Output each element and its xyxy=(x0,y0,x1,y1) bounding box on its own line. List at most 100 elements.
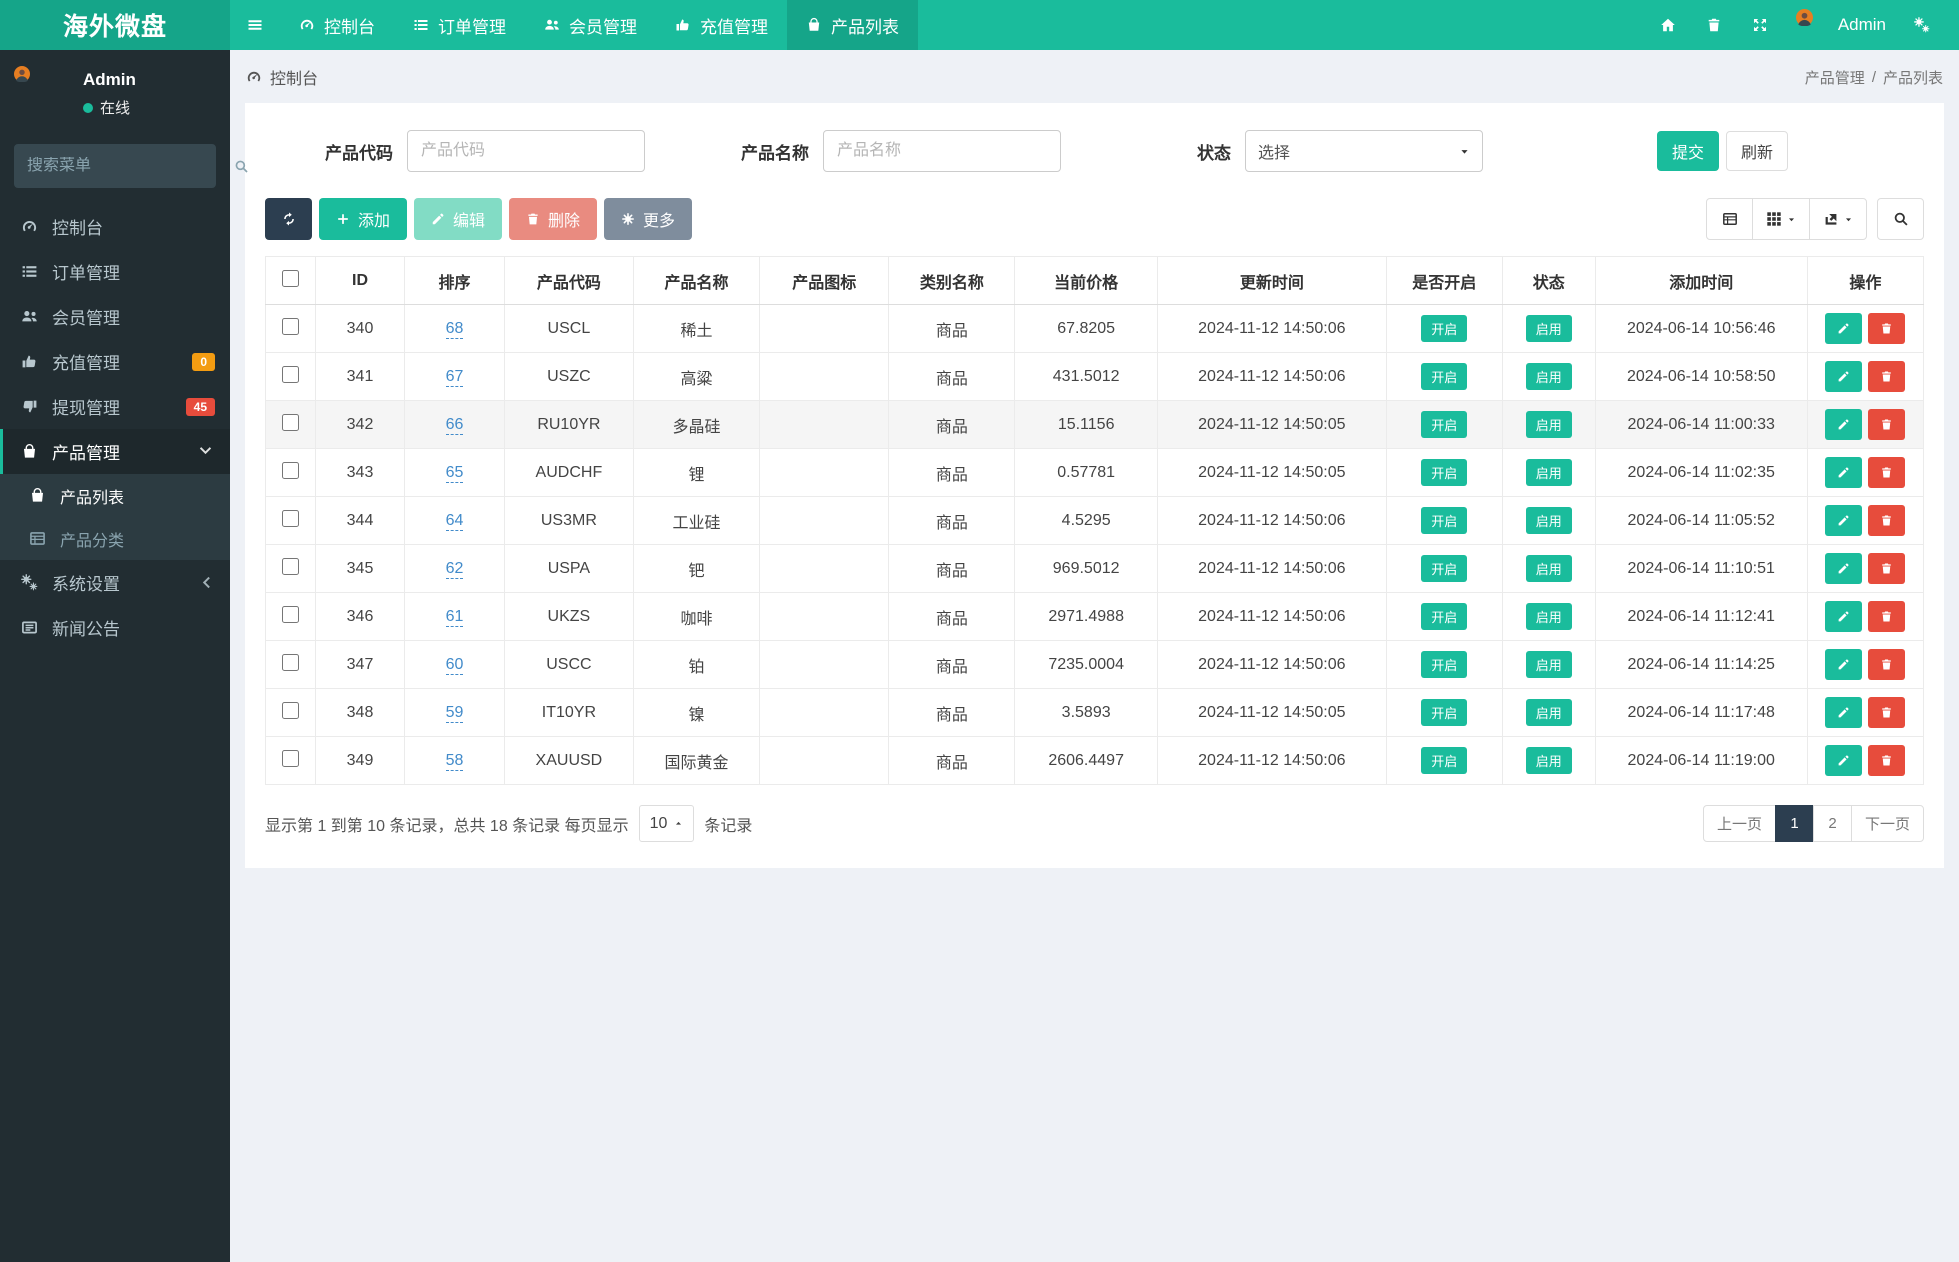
edit-button[interactable]: 编辑 xyxy=(414,198,503,240)
export-button[interactable] xyxy=(1809,198,1867,240)
edit-row-button[interactable] xyxy=(1825,313,1863,344)
open-toggle-badge[interactable]: 开启 xyxy=(1421,603,1468,630)
sidebar-item[interactable]: 订单管理 xyxy=(0,249,230,294)
status-toggle-badge[interactable]: 启用 xyxy=(1525,459,1572,486)
product-name-input[interactable] xyxy=(823,130,1061,172)
edit-row-button[interactable] xyxy=(1825,505,1863,536)
edit-row-button[interactable] xyxy=(1825,409,1863,440)
more-button[interactable]: 更多 xyxy=(604,198,693,240)
sort-edit-link[interactable]: 58 xyxy=(445,751,464,771)
delete-row-button[interactable] xyxy=(1868,745,1906,776)
fullscreen-button[interactable] xyxy=(1737,0,1783,50)
edit-row-button[interactable] xyxy=(1825,697,1863,728)
breadcrumb-parent[interactable]: 产品管理 xyxy=(1805,67,1865,88)
sort-edit-link[interactable]: 61 xyxy=(445,607,464,627)
delete-row-button[interactable] xyxy=(1868,601,1906,632)
open-toggle-badge[interactable]: 开启 xyxy=(1421,459,1468,486)
clear-cache-button[interactable] xyxy=(1691,0,1737,50)
sidebar-search-input[interactable] xyxy=(27,157,234,175)
status-toggle-badge[interactable]: 启用 xyxy=(1525,315,1572,342)
row-checkbox[interactable] xyxy=(281,557,299,575)
delete-row-button[interactable] xyxy=(1868,505,1906,536)
status-select[interactable]: 选择 xyxy=(1245,130,1483,172)
sidebar-item[interactable]: 控制台 xyxy=(0,204,230,249)
select-all-checkbox[interactable] xyxy=(281,269,299,287)
delete-row-button[interactable] xyxy=(1868,409,1906,440)
home-button[interactable] xyxy=(1645,0,1691,50)
edit-row-button[interactable] xyxy=(1825,601,1863,632)
nav-item[interactable]: 会员管理 xyxy=(525,0,656,50)
sidebar-subitem[interactable]: 产品列表 xyxy=(0,474,230,517)
delete-row-button[interactable] xyxy=(1868,313,1906,344)
row-checkbox[interactable] xyxy=(281,461,299,479)
submit-button[interactable]: 提交 xyxy=(1656,131,1719,171)
status-toggle-badge[interactable]: 启用 xyxy=(1525,747,1572,774)
row-checkbox[interactable] xyxy=(281,749,299,767)
row-checkbox[interactable] xyxy=(281,605,299,623)
open-toggle-badge[interactable]: 开启 xyxy=(1421,747,1468,774)
refresh-button[interactable]: 刷新 xyxy=(1725,131,1788,171)
prev-page-button[interactable]: 上一页 xyxy=(1702,805,1776,842)
status-toggle-badge[interactable]: 启用 xyxy=(1525,699,1572,726)
sidebar-item[interactable]: 系统设置 xyxy=(0,560,230,605)
open-toggle-badge[interactable]: 开启 xyxy=(1421,363,1468,390)
delete-row-button[interactable] xyxy=(1868,649,1906,680)
sidebar-item[interactable]: 提现管理 45 xyxy=(0,384,230,429)
settings-button[interactable] xyxy=(1899,0,1945,50)
sort-edit-link[interactable]: 68 xyxy=(445,319,464,339)
sidebar-item[interactable]: 充值管理 0 xyxy=(0,339,230,384)
row-checkbox[interactable] xyxy=(281,701,299,719)
edit-row-button[interactable] xyxy=(1825,553,1863,584)
row-checkbox[interactable] xyxy=(281,317,299,335)
open-toggle-badge[interactable]: 开启 xyxy=(1421,555,1468,582)
next-page-button[interactable]: 下一页 xyxy=(1850,805,1924,842)
page-button[interactable]: 1 xyxy=(1774,805,1814,842)
status-toggle-badge[interactable]: 启用 xyxy=(1525,555,1572,582)
list-view-button[interactable] xyxy=(1706,198,1753,240)
breadcrumb[interactable]: 控制台 xyxy=(246,65,318,89)
delete-row-button[interactable] xyxy=(1868,553,1906,584)
status-toggle-badge[interactable]: 启用 xyxy=(1525,603,1572,630)
page-size-select[interactable]: 10 xyxy=(638,805,695,842)
edit-row-button[interactable] xyxy=(1825,649,1863,680)
sort-edit-link[interactable]: 67 xyxy=(445,367,464,387)
status-toggle-badge[interactable]: 启用 xyxy=(1525,411,1572,438)
sidebar-item[interactable]: 新闻公告 xyxy=(0,605,230,650)
sort-edit-link[interactable]: 65 xyxy=(445,463,464,483)
search-icon[interactable] xyxy=(234,159,249,174)
columns-button[interactable] xyxy=(1752,198,1810,240)
status-toggle-badge[interactable]: 启用 xyxy=(1525,651,1572,678)
sidebar-item[interactable]: 会员管理 xyxy=(0,294,230,339)
nav-item[interactable]: 充值管理 xyxy=(656,0,787,50)
open-toggle-badge[interactable]: 开启 xyxy=(1421,507,1468,534)
product-code-input[interactable] xyxy=(407,130,645,172)
brand-logo[interactable]: 海外微盘 xyxy=(0,0,230,50)
row-checkbox[interactable] xyxy=(281,365,299,383)
sort-edit-link[interactable]: 60 xyxy=(445,655,464,675)
user-menu[interactable]: Admin xyxy=(1783,9,1899,41)
status-toggle-badge[interactable]: 启用 xyxy=(1525,507,1572,534)
row-checkbox[interactable] xyxy=(281,653,299,671)
sort-edit-link[interactable]: 66 xyxy=(445,415,464,435)
row-checkbox[interactable] xyxy=(281,413,299,431)
row-checkbox[interactable] xyxy=(281,509,299,527)
delete-button[interactable]: 删除 xyxy=(509,198,598,240)
delete-row-button[interactable] xyxy=(1868,361,1906,392)
nav-item[interactable]: 产品列表 xyxy=(787,0,918,50)
nav-item[interactable]: 控制台 xyxy=(280,0,394,50)
edit-row-button[interactable] xyxy=(1825,457,1863,488)
reload-button[interactable] xyxy=(265,198,312,240)
sidebar-item[interactable]: 产品管理 xyxy=(0,429,230,474)
edit-row-button[interactable] xyxy=(1825,361,1863,392)
open-toggle-badge[interactable]: 开启 xyxy=(1421,699,1468,726)
open-toggle-badge[interactable]: 开启 xyxy=(1421,651,1468,678)
open-toggle-badge[interactable]: 开启 xyxy=(1421,411,1468,438)
open-toggle-badge[interactable]: 开启 xyxy=(1421,315,1468,342)
add-button[interactable]: 添加 xyxy=(319,198,408,240)
table-search-button[interactable] xyxy=(1877,198,1924,240)
edit-row-button[interactable] xyxy=(1825,745,1863,776)
sort-edit-link[interactable]: 59 xyxy=(445,703,464,723)
sort-edit-link[interactable]: 64 xyxy=(445,511,464,531)
nav-item[interactable]: 订单管理 xyxy=(394,0,525,50)
status-toggle-badge[interactable]: 启用 xyxy=(1525,363,1572,390)
